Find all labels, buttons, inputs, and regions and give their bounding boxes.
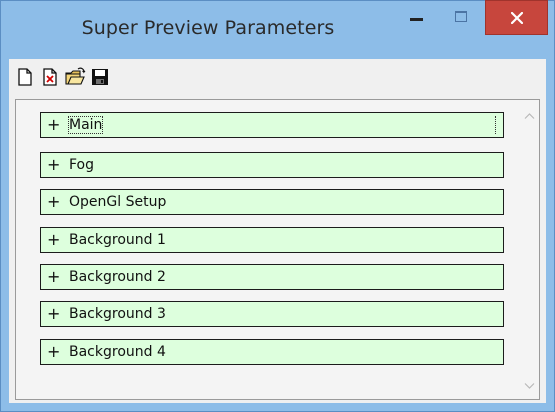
section-label: Background 4 <box>69 344 166 360</box>
toolbar <box>9 59 546 95</box>
section-label: OpenGl Setup <box>69 194 167 210</box>
window: Super Preview Parameters + Main + Fog + … <box>0 0 555 412</box>
delete-file-icon <box>43 68 57 86</box>
scroll-up-icon[interactable] <box>524 112 535 120</box>
focus-rect-edge <box>495 116 496 134</box>
section-label: Fog <box>69 157 95 173</box>
expand-icon: + <box>47 230 61 249</box>
delete-button[interactable] <box>39 66 61 88</box>
minimize-button[interactable] <box>393 1 439 35</box>
vertical-scrollbar[interactable] <box>521 101 538 398</box>
section-background-1[interactable]: + Background 1 <box>40 227 504 253</box>
scroll-down-icon[interactable] <box>524 382 535 390</box>
open-button[interactable] <box>64 66 86 88</box>
section-label: Background 3 <box>69 306 166 322</box>
close-button[interactable] <box>485 0 548 35</box>
new-button[interactable] <box>14 66 36 88</box>
maximize-icon <box>455 11 467 22</box>
section-background-4[interactable]: + Background 4 <box>40 339 504 365</box>
section-background-3[interactable]: + Background 3 <box>40 301 504 327</box>
maximize-button[interactable] <box>439 1 483 35</box>
new-file-icon <box>18 68 32 86</box>
expand-icon: + <box>47 304 61 323</box>
client-area: + Main + Fog + OpenGl Setup + Background… <box>9 59 546 403</box>
save-disk-icon <box>92 69 108 85</box>
sections-panel[interactable]: + Main + Fog + OpenGl Setup + Background… <box>15 99 540 400</box>
expand-icon: + <box>47 267 61 286</box>
expand-icon: + <box>47 115 61 134</box>
open-folder-icon <box>65 67 86 85</box>
expand-icon: + <box>47 342 61 361</box>
section-label: Background 2 <box>69 269 166 285</box>
section-opengl-setup[interactable]: + OpenGl Setup <box>40 189 504 215</box>
section-background-2[interactable]: + Background 2 <box>40 264 504 290</box>
expand-icon: + <box>47 155 61 174</box>
title-bar[interactable]: Super Preview Parameters <box>1 0 554 59</box>
section-label: Main <box>67 116 104 134</box>
close-icon <box>511 12 523 24</box>
minimize-icon <box>410 18 423 21</box>
expand-icon: + <box>47 192 61 211</box>
section-fog[interactable]: + Fog <box>40 152 504 178</box>
save-button[interactable] <box>89 66 111 88</box>
window-title: Super Preview Parameters <box>81 17 335 39</box>
section-main[interactable]: + Main <box>40 112 504 138</box>
section-label: Background 1 <box>69 232 166 248</box>
